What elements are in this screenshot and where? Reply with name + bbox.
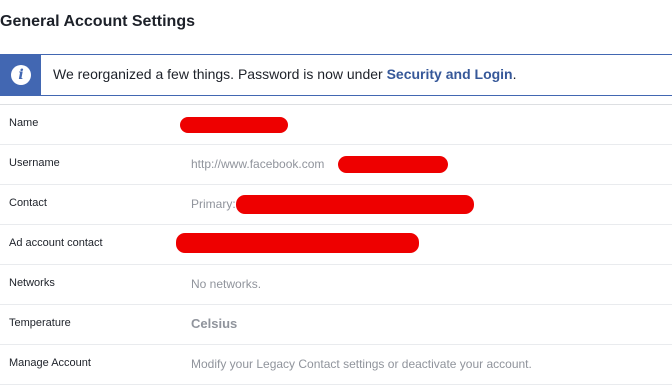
settings-row-name[interactable]: Name xyxy=(0,105,672,145)
contact-value: Primary: xyxy=(191,197,236,211)
info-icon: i xyxy=(11,65,31,85)
row-label: Name xyxy=(9,117,39,129)
manage-account-value: Modify your Legacy Contact settings or d… xyxy=(191,357,532,371)
row-label: Ad account contact xyxy=(9,237,103,249)
redaction-mark xyxy=(180,117,288,133)
page-title: General Account Settings xyxy=(0,13,195,30)
settings-row-username[interactable]: Username http://www.facebook.com xyxy=(0,145,672,185)
row-label: Temperature xyxy=(9,317,71,329)
info-notice: i We reorganized a few things. Password … xyxy=(0,54,672,96)
notice-text: We reorganized a few things. Password is… xyxy=(53,66,387,82)
settings-row-manage-account[interactable]: Manage Account Modify your Legacy Contac… xyxy=(0,345,672,385)
row-label: Username xyxy=(9,157,60,169)
settings-row-temperature[interactable]: Temperature Celsius xyxy=(0,305,672,345)
networks-value: No networks. xyxy=(191,277,262,291)
row-label: Contact xyxy=(9,197,47,209)
redaction-mark xyxy=(236,195,474,214)
notice-message: We reorganized a few things. Password is… xyxy=(53,66,517,82)
notice-suffix: . xyxy=(512,66,517,82)
redaction-mark xyxy=(176,233,419,253)
settings-row-contact[interactable]: Contact Primary: xyxy=(0,185,672,225)
settings-row-ad-account-contact[interactable]: Ad account contact xyxy=(0,225,672,265)
info-icon-box: i xyxy=(1,55,41,95)
row-label: Manage Account xyxy=(9,357,91,369)
settings-list: Name Username http://www.facebook.com Co… xyxy=(0,104,672,385)
username-value: http://www.facebook.com xyxy=(191,157,325,171)
redaction-mark xyxy=(338,156,448,173)
temperature-value: Celsius xyxy=(191,316,238,331)
row-label: Networks xyxy=(9,277,55,289)
settings-row-networks[interactable]: Networks No networks. xyxy=(0,265,672,305)
security-and-login-link[interactable]: Security and Login xyxy=(387,66,513,82)
